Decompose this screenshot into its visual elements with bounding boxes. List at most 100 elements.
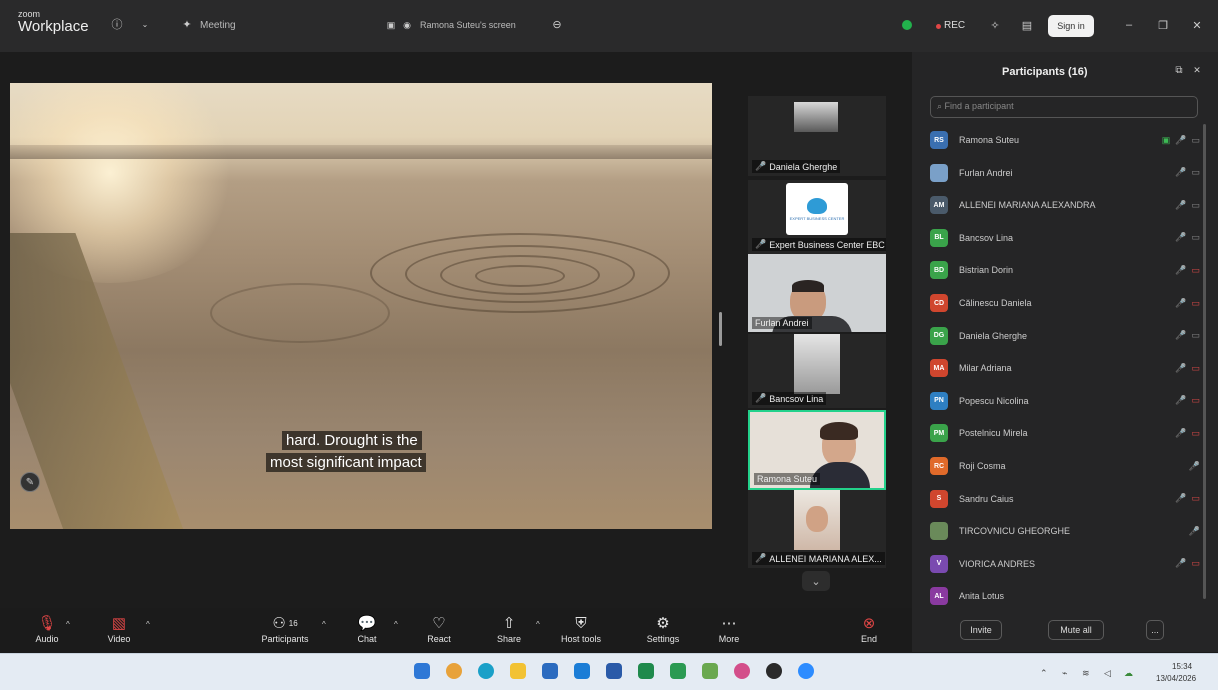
video-tile[interactable]: 🎤 Bancsov Lina (748, 334, 886, 408)
annotate-pen-icon[interactable]: ✎ (20, 472, 40, 492)
participant-row[interactable]: PM Postelnicu Mirela 🎤 ▭ (930, 417, 1200, 449)
participant-row[interactable]: AL Anita Lotus (930, 580, 1200, 612)
audio-options-caret-icon[interactable]: ^ (66, 620, 70, 629)
participants-options-caret-icon[interactable]: ^ (322, 620, 326, 629)
zoom-icon[interactable] (798, 663, 814, 679)
mic-muted-icon[interactable]: 🎤 (1175, 330, 1186, 341)
meeting-label[interactable]: Meeting (200, 20, 236, 31)
share-source-label[interactable]: Ramona Suteu's screen (420, 20, 516, 30)
camera-off-icon[interactable]: ▭ (1191, 493, 1200, 504)
camera-icon[interactable]: ▭ (1191, 167, 1200, 178)
participant-row[interactable]: S Sandru Caius 🎤 ▭ (930, 483, 1200, 515)
participant-row[interactable]: BD Bistrian Dorin 🎤 ▭ (930, 254, 1200, 286)
start-icon[interactable] (414, 663, 430, 679)
store-icon[interactable] (542, 663, 558, 679)
app-icon[interactable] (670, 663, 686, 679)
mic-muted-icon[interactable]: 🎤 (1175, 265, 1186, 276)
video-tile[interactable]: 🎤 ALLENEI MARIANA ALEX... (748, 490, 886, 568)
participant-row[interactable]: DG Daniela Gherghe 🎤 ▭ (930, 320, 1200, 352)
participant-search-input[interactable]: ⌕ Find a participant (930, 96, 1198, 118)
participant-row[interactable]: Furlan Andrei 🎤 ▭ (930, 157, 1200, 189)
mic-icon[interactable]: 🎤 (1175, 135, 1186, 146)
mic-muted-icon[interactable]: 🎤 (1189, 526, 1200, 537)
more-button[interactable]: ⋯ More (694, 612, 764, 644)
outlook-icon[interactable] (574, 663, 590, 679)
widgets-icon[interactable] (446, 663, 462, 679)
camera-icon[interactable]: ▭ (1191, 330, 1200, 341)
rec-label[interactable]: REC (944, 20, 965, 31)
react-button[interactable]: ♡ React (404, 612, 474, 644)
participant-row[interactable]: CD Călinescu Daniela 🎤 ▭ (930, 287, 1200, 319)
mic-muted-icon[interactable]: 🎤 (1175, 232, 1186, 243)
audio-button[interactable]: 🎙 Audio (12, 612, 82, 644)
minimize-button[interactable]: – (1122, 18, 1136, 32)
camera-off-icon[interactable]: ▭ (1191, 298, 1200, 309)
mic-muted-icon[interactable]: 🎤 (1175, 298, 1186, 309)
mic-muted-icon[interactable]: 🎤 (1175, 558, 1186, 569)
end-button[interactable]: ⊗ End (834, 612, 904, 644)
mic-muted-icon[interactable]: 🎤 (1189, 461, 1200, 472)
shield-icon[interactable] (902, 20, 912, 30)
participant-row[interactable]: TIRCOVNICU GHEORGHE 🎤 (930, 515, 1200, 547)
clock-time[interactable]: 15:34 (1172, 662, 1192, 671)
sign-in-button[interactable]: Sign in (1048, 15, 1094, 37)
weather-icon[interactable]: ☁ (1124, 668, 1133, 679)
participant-row[interactable]: V VIORICA ANDRES 🎤 ▭ (930, 548, 1200, 580)
network-icon[interactable]: ⌁ (1062, 668, 1067, 679)
invite-button[interactable]: Invite (960, 620, 1002, 640)
participant-row[interactable]: BL Bancsov Lina 🎤 ▭ (930, 222, 1200, 254)
app-icon[interactable] (702, 663, 718, 679)
host-tools-button[interactable]: ⛨ Host tools (546, 612, 616, 645)
app-icon[interactable] (766, 663, 782, 679)
settings-button[interactable]: ⚙ Settings (628, 612, 698, 644)
mic-muted-icon[interactable]: 🎤 (1175, 493, 1186, 504)
mic-muted-icon[interactable]: 🎤 (1175, 395, 1186, 406)
video-tile[interactable]: 🎤 Daniela Gherghe (748, 96, 886, 176)
maximize-button[interactable]: ❐ (1156, 18, 1170, 32)
mute-all-button[interactable]: Mute all (1048, 620, 1104, 640)
participant-row[interactable]: AM ALLENEI MARIANA ALEXANDRA 🎤 ▭ (930, 189, 1200, 221)
wifi-icon[interactable]: ≋ (1082, 668, 1090, 679)
options-icon[interactable]: ⊖ (550, 17, 564, 31)
camera-icon[interactable]: ▭ (1191, 232, 1200, 243)
resize-handle[interactable] (719, 312, 722, 346)
close-button[interactable]: ✕ (1190, 18, 1204, 32)
panel-scrollbar[interactable] (1203, 124, 1206, 599)
share-button[interactable]: ⇧ Share (474, 612, 544, 644)
edge-icon[interactable] (478, 663, 494, 679)
chevron-down-icon[interactable]: ⌄ (138, 17, 152, 31)
close-panel-icon[interactable]: ✕ (1190, 63, 1204, 77)
participants-button[interactable]: ⚇ 16 Participants (250, 612, 320, 644)
more-options-button[interactable]: ... (1146, 620, 1164, 640)
excel-icon[interactable] (638, 663, 654, 679)
share-options-caret-icon[interactable]: ^ (536, 620, 540, 629)
chrome-icon[interactable] (734, 663, 750, 679)
video-button[interactable]: ▧ Video (84, 612, 154, 644)
volume-icon[interactable]: ◁ (1104, 668, 1111, 679)
video-tile[interactable]: Furlan Andrei (748, 254, 886, 332)
mic-icon[interactable]: 🎤 (1175, 167, 1186, 178)
chevron-down-icon[interactable]: ⌄ (802, 571, 830, 591)
camera-icon[interactable]: ▭ (1191, 135, 1200, 146)
effects-icon[interactable]: ✧ (988, 18, 1002, 32)
camera-off-icon[interactable]: ▭ (1191, 428, 1200, 439)
participant-row[interactable]: MA Milar Adriana 🎤 ▭ (930, 352, 1200, 384)
camera-icon[interactable]: ▭ (1191, 200, 1200, 211)
participant-row[interactable]: RC Roji Cosma 🎤 (930, 450, 1200, 482)
shared-screen[interactable]: hard. Drought is the most significant im… (10, 83, 712, 529)
mic-muted-icon[interactable]: 🎤 (1175, 200, 1186, 211)
mic-muted-icon[interactable]: 🎤 (1175, 428, 1186, 439)
word-icon[interactable] (606, 663, 622, 679)
camera-off-icon[interactable]: ▭ (1191, 395, 1200, 406)
clock-date[interactable]: 13/04/2026 (1156, 674, 1196, 683)
pop-out-icon[interactable]: ⧉ (1172, 63, 1186, 77)
layout-icon[interactable]: ▤ (1020, 18, 1034, 32)
participant-row[interactable]: RS Ramona Suteu ▣ 🎤 ▭ (930, 124, 1200, 156)
chat-button[interactable]: 💬 Chat (332, 612, 402, 644)
chat-options-caret-icon[interactable]: ^ (394, 620, 398, 629)
camera-off-icon[interactable]: ▭ (1191, 363, 1200, 374)
video-tile-active-speaker[interactable]: Ramona Suteu (748, 410, 886, 490)
video-tile[interactable]: EXPERT BUSINESS CENTER 🎤 Expert Business … (748, 180, 886, 254)
participant-row[interactable]: PN Popescu Nicolina 🎤 ▭ (930, 385, 1200, 417)
video-options-caret-icon[interactable]: ^ (146, 620, 150, 629)
